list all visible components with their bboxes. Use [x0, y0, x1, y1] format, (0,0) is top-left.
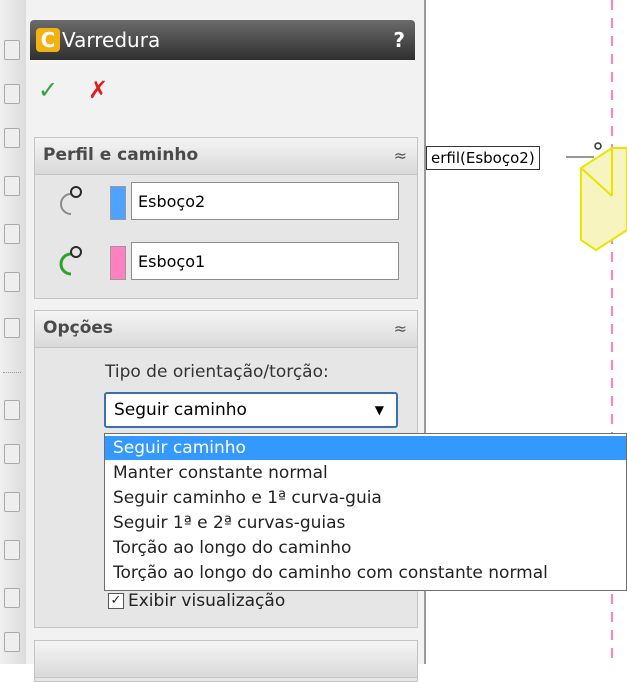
toolbar-tool-icon[interactable] [4, 588, 20, 608]
dropdown-option[interactable]: Seguir 1ª e 2ª curvas-guias [105, 511, 626, 535]
path-selection-box[interactable]: Esboço1 [131, 242, 399, 280]
toolbar-tool-icon[interactable] [4, 224, 20, 244]
title-bar: C Varredura ? [30, 20, 415, 60]
toolbar-separator [3, 372, 21, 373]
collapse-icon[interactable]: ≈ [394, 146, 407, 165]
toolbar-tool-icon[interactable] [4, 128, 20, 148]
options-header[interactable]: Opções ≈ [35, 311, 417, 348]
toolbar-tool-icon[interactable] [4, 40, 20, 60]
dropdown-arrow-icon[interactable]: ▼ [375, 394, 384, 426]
profile-color-swatch [110, 186, 126, 220]
options-title: Opções [43, 318, 114, 338]
toolbar-tool-icon[interactable] [4, 318, 20, 338]
next-group [34, 640, 418, 682]
toolbar-tool-icon[interactable] [4, 176, 20, 196]
cancel-button[interactable]: ✗ [88, 76, 108, 104]
ok-button[interactable]: ✓ [38, 76, 58, 104]
toolbar-tool-icon[interactable] [4, 272, 20, 292]
feature-toolbar [0, 0, 27, 664]
path-row: Esboço1 [43, 242, 409, 282]
orientation-selected-value: Seguir caminho [114, 400, 247, 420]
profile-row: Esboço2 [43, 182, 409, 222]
path-icon [59, 246, 82, 276]
profile-callout[interactable]: erfil(Esboço2) [426, 146, 540, 170]
dropdown-option[interactable]: Manter constante normal [105, 461, 626, 485]
profile-path-group: Perfil e caminho ≈ Esboço2 Esboço1 [34, 137, 418, 299]
toolbar-tool-icon[interactable] [4, 492, 20, 512]
dropdown-option[interactable]: Seguir caminho e 1ª curva-guia [105, 486, 626, 510]
profile-icon [60, 186, 82, 215]
orientation-dropdown-list: Seguir caminho Manter constante normal S… [104, 433, 627, 591]
path-color-swatch [110, 246, 126, 280]
dropdown-option[interactable]: Torção ao longo do caminho com constante… [105, 561, 626, 585]
profile-selection-box[interactable]: Esboço2 [131, 182, 399, 220]
sweep-feature-icon: C [36, 28, 60, 52]
checkbox-icon[interactable]: ✓ [108, 593, 124, 609]
profile-path-title: Perfil e caminho [43, 145, 199, 165]
panel-title: Varredura [62, 28, 161, 52]
profile-path-header[interactable]: Perfil e caminho ≈ [35, 138, 417, 175]
show-preview-checkbox[interactable]: ✓ Exibir visualização [108, 591, 285, 611]
toolbar-tool-icon[interactable] [4, 400, 20, 420]
help-button[interactable]: ? [393, 28, 405, 52]
dropdown-option[interactable]: Torção ao longo do caminho [105, 536, 626, 560]
next-group-header[interactable] [35, 641, 417, 678]
show-preview-label: Exibir visualização [128, 591, 286, 611]
collapse-icon[interactable]: ≈ [394, 319, 407, 338]
toolbar-tool-icon[interactable] [4, 84, 20, 104]
orientation-label: Tipo de orientação/torção: [105, 362, 329, 382]
orientation-combobox[interactable]: Seguir caminho ▼ [104, 392, 398, 428]
toolbar-tool-icon[interactable] [4, 540, 20, 560]
dropdown-option[interactable]: Seguir caminho [105, 436, 626, 460]
toolbar-tool-icon[interactable] [4, 444, 20, 464]
toolbar-tool-icon[interactable] [4, 632, 20, 652]
